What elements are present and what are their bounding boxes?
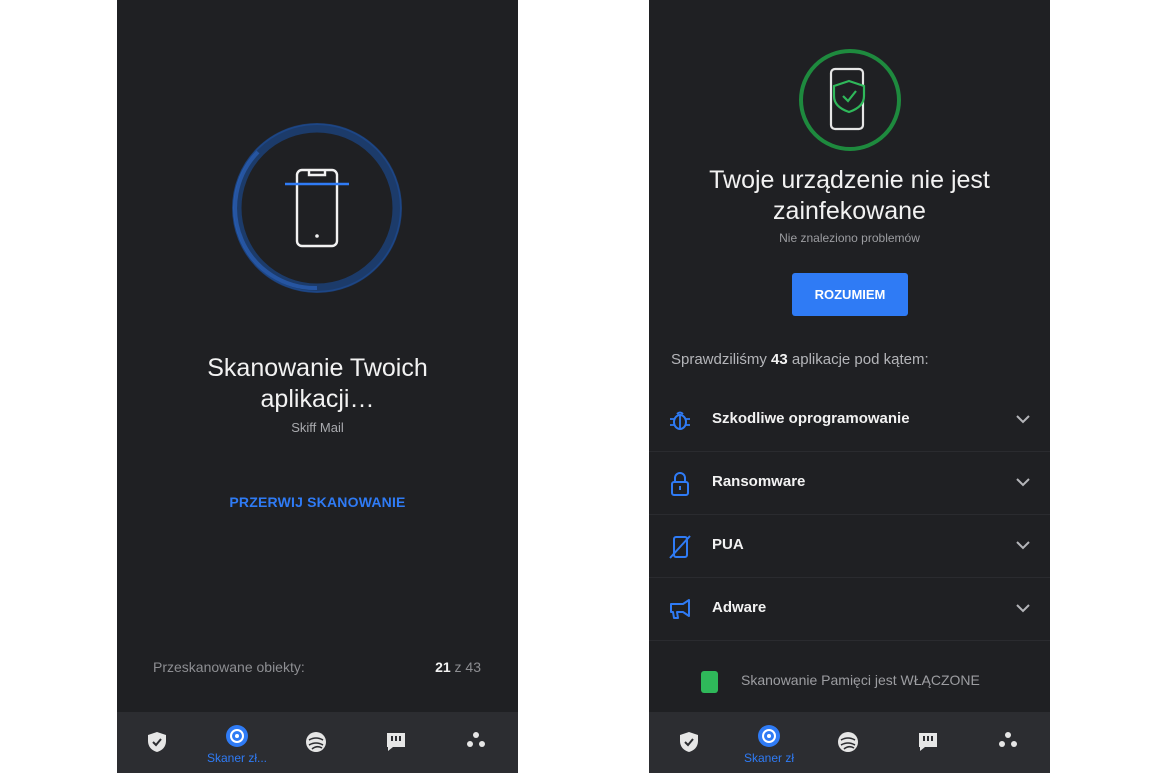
ok-button[interactable]: ROZUMIEM (792, 273, 908, 316)
more-icon (467, 732, 485, 747)
current-app-name: Skiff Mail (291, 420, 344, 435)
shield-icon (680, 732, 698, 752)
bug-icon (670, 411, 690, 430)
bottom-navigation: Skaner zł... (117, 712, 518, 773)
chevron-down-icon (1016, 478, 1030, 487)
scan-title: Skanowanie Twoich aplikacji… (207, 354, 428, 413)
nav-web[interactable] (813, 712, 883, 773)
threat-row-adware[interactable]: Adware (649, 578, 1050, 641)
memory-scan-status: Skanowanie Pamięci jest WŁĄCZONE (649, 642, 1050, 712)
message-icon (919, 733, 937, 751)
threat-label: PUA (712, 536, 744, 553)
threat-row-pua[interactable]: PUA (649, 515, 1050, 578)
nav-web[interactable] (281, 712, 351, 773)
stop-scan-button[interactable]: PRZERWIJ SKANOWANIE (117, 494, 518, 510)
nav-scanner[interactable]: Skaner zł... (202, 712, 272, 773)
memory-scan-text: Skanowanie Pamięci jest WŁĄCZONE (741, 672, 980, 688)
result-title: Twoje urządzenie nie jest zainfekowane (709, 166, 990, 225)
nav-more[interactable] (973, 712, 1043, 773)
nav-scanner-label: Skaner zł (743, 751, 795, 765)
web-icon (838, 732, 858, 752)
crossed-phone-icon (669, 535, 691, 559)
scanned-objects-count: 21 z 43 (435, 659, 481, 675)
nav-messages[interactable] (361, 712, 431, 773)
nav-scanner[interactable]: Skaner zł (734, 712, 804, 773)
scanned-objects-label: Przeskanowane obiekty: (153, 659, 305, 675)
megaphone-icon (670, 599, 690, 619)
nav-scanner-label: Skaner zł... (206, 751, 268, 765)
result-screen: Twoje urządzenie nie jest zainfekowane N… (649, 0, 1050, 773)
message-icon (387, 733, 405, 751)
chevron-down-icon (1016, 415, 1030, 424)
nav-protection[interactable] (654, 712, 724, 773)
device-safe-icon (799, 49, 901, 151)
nav-more[interactable] (441, 712, 511, 773)
chevron-down-icon (1016, 604, 1030, 613)
phone-scan-icon (285, 168, 349, 248)
scanning-screen: Skanowanie Twoich aplikacji… Skiff Mail … (117, 0, 518, 773)
threat-label: Adware (712, 599, 767, 616)
threat-row-malware[interactable]: Szkodliwe oprogramowanie (649, 389, 1050, 452)
checked-apps-summary: Sprawdziliśmy 43 aplikacje pod kątem: (671, 351, 929, 368)
result-subtitle: Nie znaleziono problemów (779, 231, 920, 245)
threat-label: Szkodliwe oprogramowanie (712, 410, 910, 427)
more-icon (999, 732, 1017, 747)
memory-scan-indicator[interactable] (701, 671, 718, 693)
shield-icon (148, 732, 166, 752)
nav-protection[interactable] (122, 712, 192, 773)
chevron-down-icon (1016, 541, 1030, 550)
nav-messages[interactable] (893, 712, 963, 773)
scanner-icon (758, 725, 780, 747)
threat-row-ransomware[interactable]: Ransomware (649, 452, 1050, 515)
bottom-navigation: Skaner zł (649, 712, 1050, 773)
lock-icon (671, 472, 689, 496)
web-icon (306, 732, 326, 752)
threat-label: Ransomware (712, 473, 806, 490)
scanner-icon (226, 725, 248, 747)
